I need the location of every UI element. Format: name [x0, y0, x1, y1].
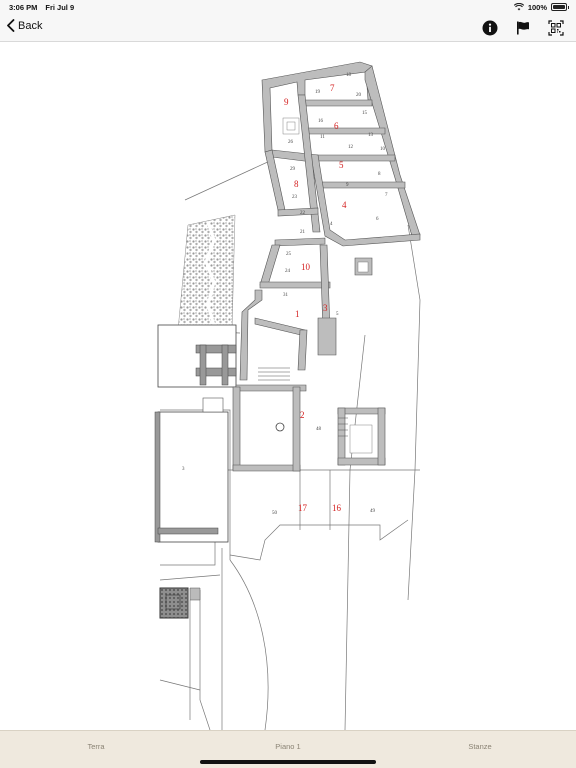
- room-4[interactable]: 4: [342, 200, 347, 210]
- status-date: Fri Jul 9: [45, 2, 75, 12]
- room-16[interactable]: 16: [332, 503, 342, 513]
- room-3[interactable]: 3: [323, 303, 328, 313]
- svg-text:13: 13: [368, 133, 374, 138]
- svg-text:4: 4: [330, 222, 333, 227]
- room-5[interactable]: 5: [339, 160, 344, 170]
- back-button[interactable]: Back: [6, 19, 42, 32]
- svg-text:11: 11: [320, 135, 325, 140]
- info-button[interactable]: [481, 19, 498, 36]
- svg-text:16: 16: [318, 119, 324, 124]
- room-17[interactable]: 17: [298, 503, 308, 513]
- svg-text:21: 21: [300, 230, 306, 235]
- back-label: Back: [18, 19, 43, 32]
- svg-text:5: 5: [336, 312, 339, 317]
- svg-text:7: 7: [385, 193, 388, 198]
- info-icon: [482, 20, 497, 35]
- svg-text:20: 20: [356, 93, 362, 98]
- chevron-left-icon: [7, 19, 15, 32]
- home-indicator[interactable]: [200, 760, 376, 764]
- svg-text:10: 10: [380, 147, 386, 152]
- room-2[interactable]: 2: [300, 410, 305, 420]
- svg-text:23: 23: [292, 195, 298, 200]
- navigation-bar: Back: [0, 14, 576, 42]
- svg-text:22: 22: [300, 211, 306, 216]
- svg-text:12: 12: [348, 145, 354, 150]
- svg-text:26: 26: [288, 140, 294, 145]
- svg-text:50: 50: [272, 511, 278, 516]
- qr-scan-button[interactable]: [547, 19, 564, 36]
- room-8[interactable]: 8: [294, 179, 299, 189]
- floor-plan-svg: 7 9 6 5 8 4 10 3 1 2 17 16 18 19 20 11 1…: [154, 61, 421, 730]
- room-7[interactable]: 7: [330, 83, 335, 93]
- svg-text:31: 31: [283, 293, 289, 298]
- battery-percent: 100%: [527, 2, 547, 12]
- tab-terra[interactable]: Terra: [0, 731, 192, 768]
- room-9[interactable]: 9: [284, 97, 289, 107]
- svg-text:19: 19: [315, 90, 321, 95]
- qr-code-icon: [547, 19, 564, 36]
- svg-text:6: 6: [376, 217, 379, 222]
- room-6[interactable]: 6: [334, 121, 339, 131]
- room-1[interactable]: 1: [295, 309, 300, 319]
- battery-icon: [551, 3, 569, 11]
- status-time: 3:06 PM: [9, 2, 38, 12]
- flag-icon: [516, 21, 529, 34]
- svg-text:49: 49: [370, 509, 376, 514]
- svg-text:8: 8: [378, 172, 381, 177]
- floor-plan-map[interactable]: 7 9 6 5 8 4 10 3 1 2 17 16 18 19 20 11 1…: [0, 42, 576, 730]
- svg-text:25: 25: [286, 252, 292, 257]
- svg-text:29: 29: [290, 167, 296, 172]
- svg-text:15: 15: [362, 111, 368, 116]
- wifi-icon: [513, 3, 524, 11]
- room-10[interactable]: 10: [301, 262, 311, 272]
- svg-text:18: 18: [346, 73, 352, 78]
- flag-button[interactable]: [514, 19, 531, 36]
- status-bar: 3:06 PM Fri Jul 9 100%: [0, 0, 576, 14]
- svg-text:48: 48: [316, 427, 322, 432]
- tab-stanze[interactable]: Stanze: [384, 731, 576, 768]
- svg-text:24: 24: [285, 269, 291, 274]
